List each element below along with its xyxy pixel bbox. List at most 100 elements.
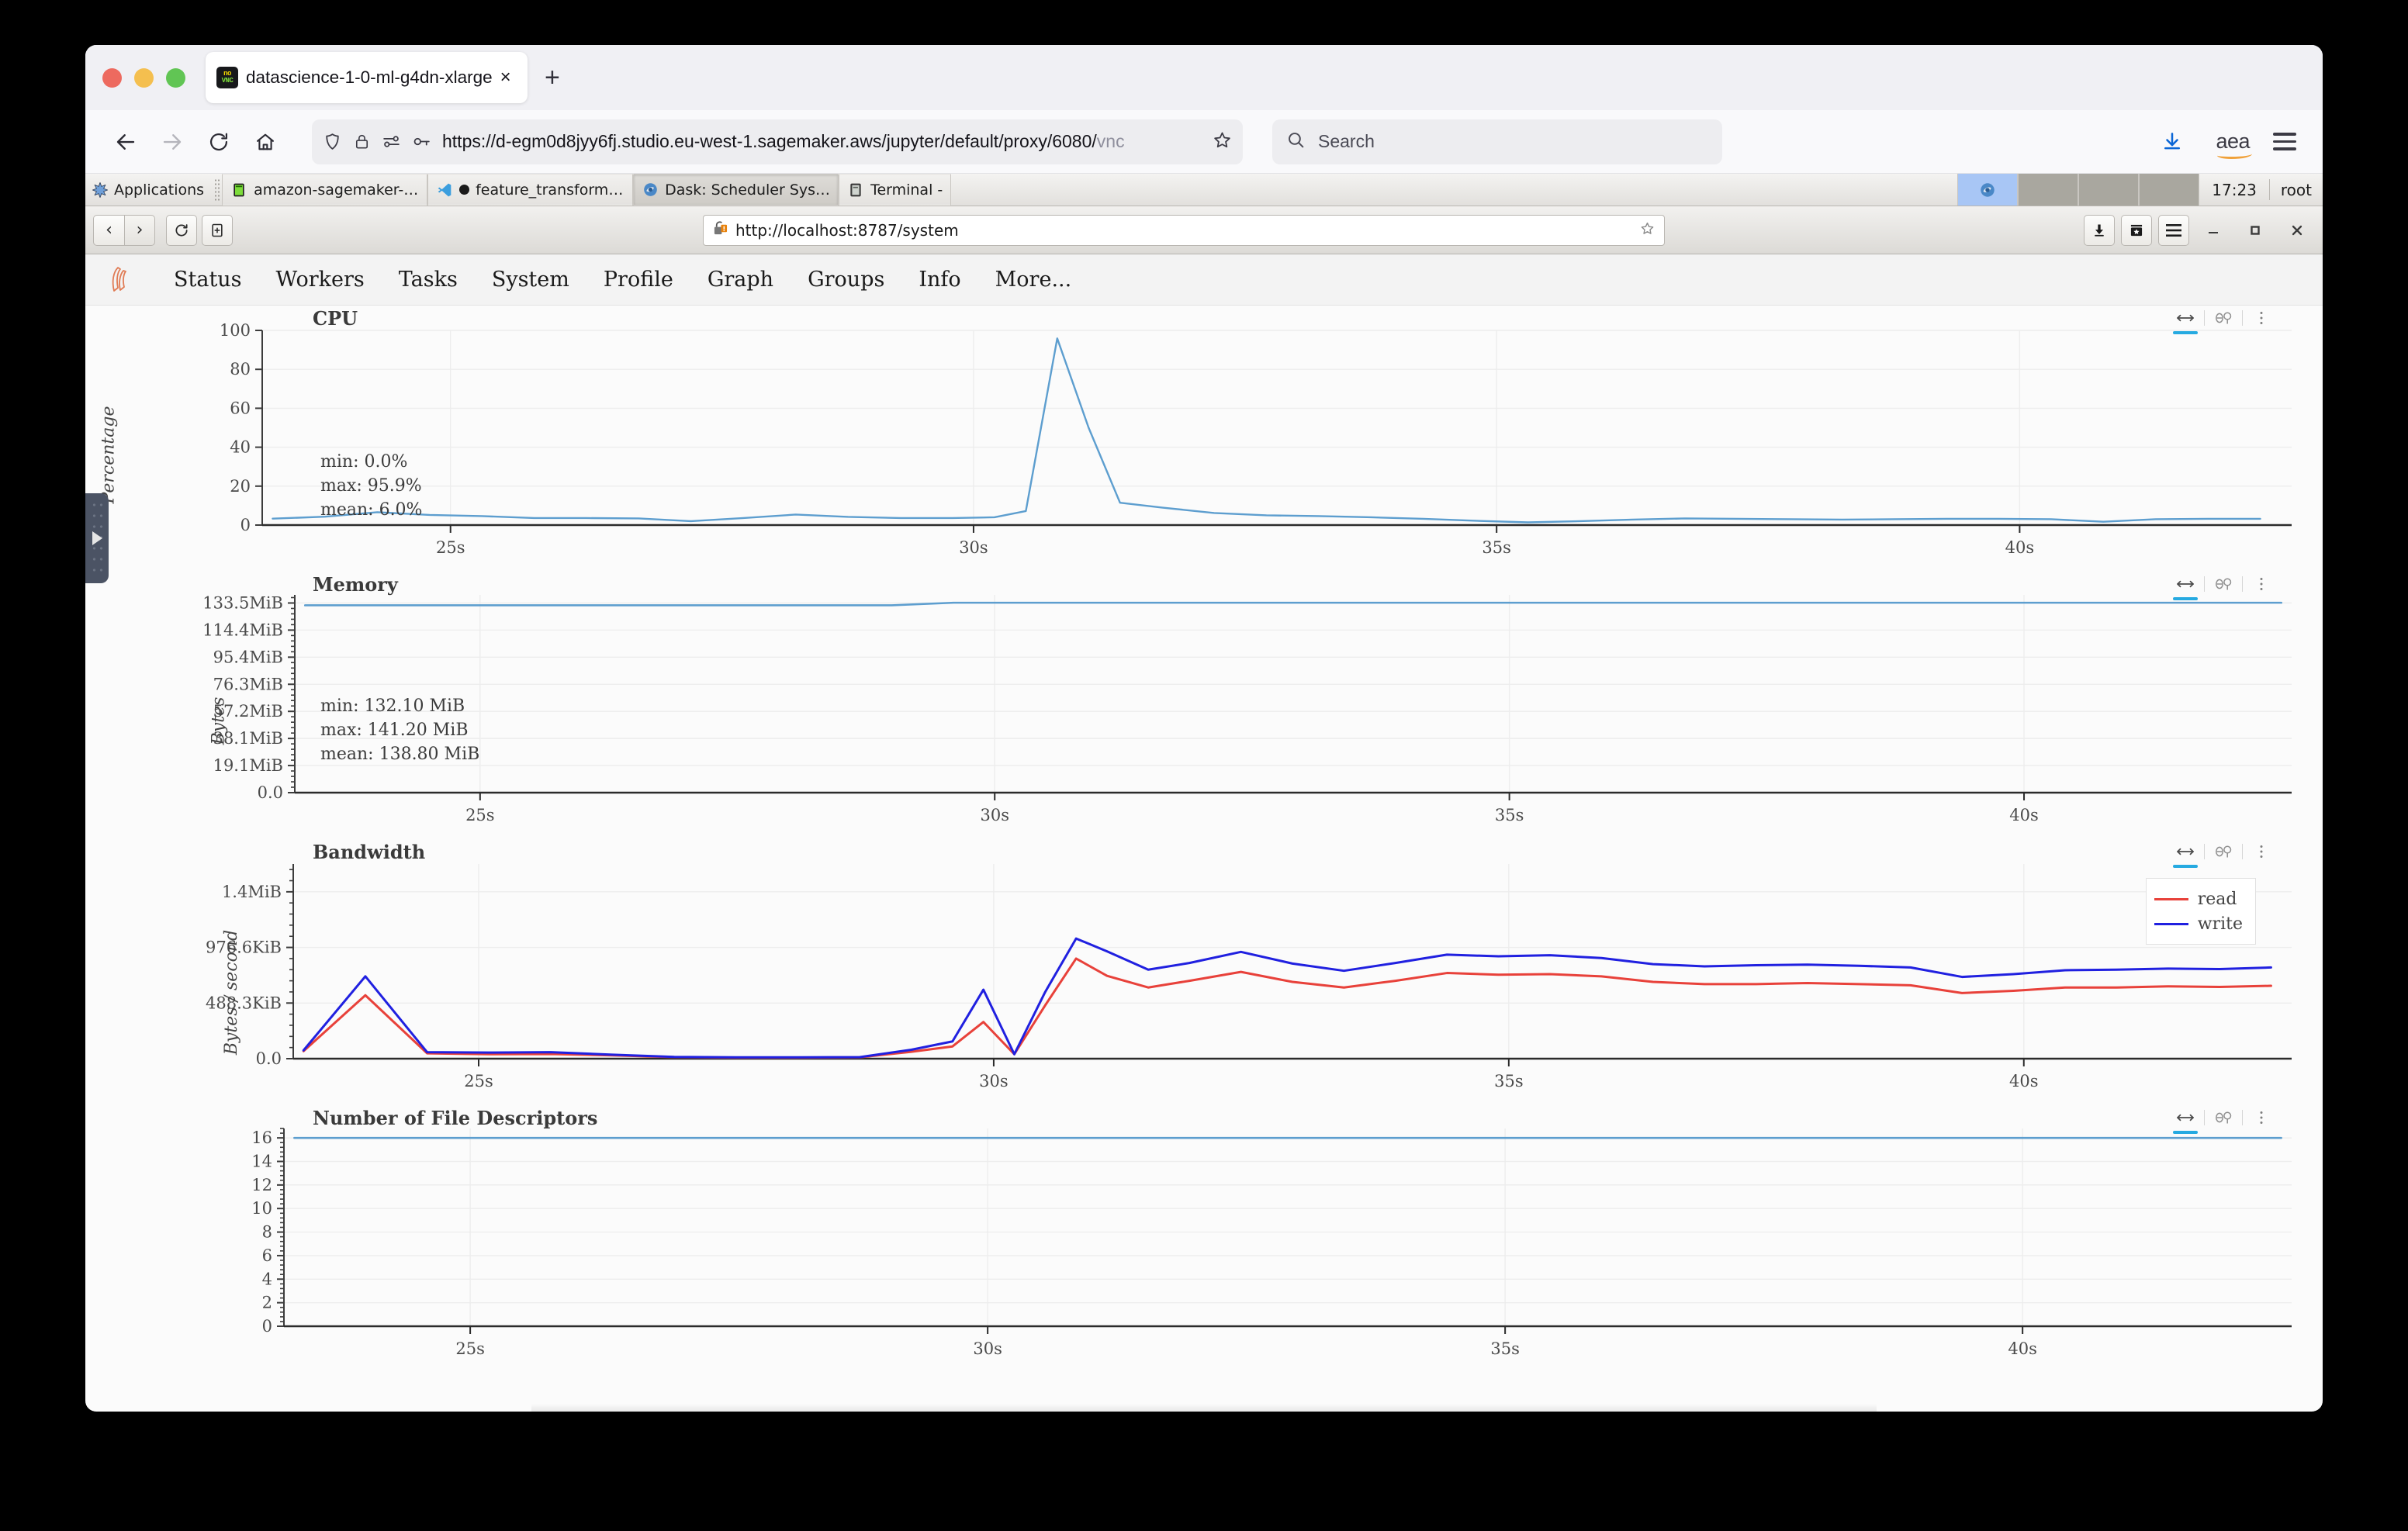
pan-tool-icon[interactable] <box>2169 1105 2202 1134</box>
insecure-lock-icon[interactable] <box>713 220 728 240</box>
forward-icon[interactable] <box>152 122 192 162</box>
home-icon[interactable] <box>245 122 285 162</box>
memory-stat-mean: mean: 138.80 MiB <box>320 745 480 765</box>
svg-text:19.1MiB: 19.1MiB <box>213 756 283 775</box>
dask-nav-tasks[interactable]: Tasks <box>382 268 475 292</box>
inner-hamburger-icon[interactable] <box>2158 214 2189 246</box>
pan-tool-icon[interactable] <box>2169 839 2202 868</box>
kebab-menu-icon[interactable] <box>2245 572 2278 596</box>
inner-new-tab-icon[interactable] <box>202 214 233 246</box>
vnc-viewport: Applications amazon-sagemaker-exa... fea… <box>85 174 2323 1412</box>
tab-strip: no VNC datascience-1-0-ml-g4dn-xlarge × + <box>85 45 2323 110</box>
kebab-menu-icon[interactable] <box>2245 1105 2278 1130</box>
search-input[interactable]: Search <box>1272 119 1722 164</box>
tool-divider <box>2204 310 2205 326</box>
key-icon[interactable] <box>412 132 431 151</box>
reload-icon[interactable] <box>199 122 239 162</box>
dask-nav-info[interactable]: Info <box>901 268 977 292</box>
fd-chart-svg[interactable]: 0 2 4 6 8 10 12 14 16 25s 30s 35s 40s <box>85 1105 2323 1373</box>
kebab-menu-icon[interactable] <box>2245 306 2278 330</box>
dask-nav-status[interactable]: Status <box>157 268 259 292</box>
inner-url-text[interactable]: http://localhost:8787/system <box>735 221 959 240</box>
maximize-window-button[interactable] <box>166 67 185 88</box>
taskbar-item-2[interactable]: Dask: Scheduler System... <box>633 174 839 206</box>
new-tab-button[interactable]: + <box>545 64 560 91</box>
tray-slot-4[interactable] <box>2139 174 2200 206</box>
kebab-menu-icon[interactable] <box>2245 839 2278 864</box>
inner-forward-icon[interactable]: › <box>124 214 155 246</box>
reset-tool-icon[interactable] <box>2207 1105 2240 1130</box>
amazon-extension-icon[interactable]: aea <box>2216 131 2252 159</box>
close-icon[interactable] <box>2279 215 2315 246</box>
taskbar-item-1[interactable]: feature_transformatio... <box>427 174 634 206</box>
hamburger-icon[interactable] <box>2273 133 2296 150</box>
svg-text:40s: 40s <box>2005 538 2035 557</box>
applications-menu-button[interactable]: Applications <box>85 174 212 206</box>
bandwidth-y-axis-label: Bytes / second <box>222 929 242 1056</box>
svg-text:60: 60 <box>230 399 251 417</box>
close-window-button[interactable] <box>102 67 122 88</box>
dask-logo[interactable] <box>106 264 137 295</box>
pan-tool-icon[interactable] <box>2169 572 2202 600</box>
clock[interactable]: 17:23 <box>2199 174 2269 206</box>
cpu-chart-svg[interactable]: 0 20 40 60 80 100 25s 30s 35s 40s <box>85 306 2323 572</box>
novnc-control-handle[interactable] <box>85 493 109 583</box>
cpu-y-axis-label: Percentage <box>99 406 119 504</box>
svg-text:80: 80 <box>230 360 251 378</box>
tray-slot-2[interactable] <box>2018 174 2079 206</box>
reset-tool-icon[interactable] <box>2207 839 2240 864</box>
dask-nav-profile[interactable]: Profile <box>586 268 690 292</box>
tray-slot-3[interactable] <box>2078 174 2140 206</box>
panel-grip[interactable] <box>214 178 220 201</box>
inner-toolbar-right <box>2084 214 2315 246</box>
inner-back-icon[interactable]: ‹ <box>93 214 124 246</box>
lock-icon[interactable] <box>353 133 371 150</box>
star-icon[interactable] <box>1213 130 1232 154</box>
library-icon[interactable] <box>2121 214 2152 246</box>
browser-tab[interactable]: no VNC datascience-1-0-ml-g4dn-xlarge × <box>206 52 528 103</box>
inner-star-icon[interactable] <box>1640 221 1655 240</box>
minimize-window-button[interactable] <box>134 67 154 88</box>
taskbar-item-3[interactable]: Terminal - <box>839 174 952 206</box>
bandwidth-plot-tools <box>2169 839 2278 868</box>
reset-tool-icon[interactable] <box>2207 306 2240 330</box>
inner-download-icon[interactable] <box>2084 214 2115 246</box>
vscode-icon <box>436 181 453 199</box>
legend-label-write: write <box>2197 914 2243 934</box>
dask-nav-workers[interactable]: Workers <box>259 268 382 292</box>
dask-nav-groups[interactable]: Groups <box>791 268 901 292</box>
legend-item-read[interactable]: read <box>2154 886 2243 911</box>
back-icon[interactable] <box>106 122 146 162</box>
legend-item-write[interactable]: write <box>2154 911 2243 936</box>
dask-nav-system[interactable]: System <box>475 268 586 292</box>
user-label[interactable]: root <box>2270 174 2323 206</box>
pan-tool-icon[interactable] <box>2169 306 2202 334</box>
shield-icon[interactable] <box>323 132 342 151</box>
taskbar-item-label: amazon-sagemaker-exa... <box>254 181 419 199</box>
memory-y-axis-label: Bytes <box>209 696 229 745</box>
tab-title: datascience-1-0-ml-g4dn-xlarge <box>246 67 493 87</box>
dask-nav-more[interactable]: More... <box>978 268 1089 292</box>
terminal-icon <box>230 181 247 199</box>
minimize-icon[interactable] <box>2195 215 2231 246</box>
legend-line-read <box>2154 897 2188 900</box>
download-icon[interactable] <box>2152 122 2192 162</box>
tray-firefox-icon[interactable] <box>1957 174 2019 206</box>
maximize-icon[interactable] <box>2237 215 2273 246</box>
inner-address-bar[interactable]: http://localhost:8787/system <box>703 214 1665 246</box>
taskbar-item-label: Terminal - <box>870 181 943 199</box>
url-text[interactable]: https://d-egm0d8jyy6fj.studio.eu-west-1.… <box>442 131 1202 152</box>
permissions-icon[interactable] <box>382 132 401 151</box>
bandwidth-legend[interactable]: read write <box>2145 878 2256 945</box>
inner-reload-icon[interactable] <box>166 214 197 246</box>
tool-divider <box>2204 844 2205 859</box>
dask-nav-graph[interactable]: Graph <box>690 268 791 292</box>
address-bar[interactable]: https://d-egm0d8jyy6fj.studio.eu-west-1.… <box>312 119 1243 164</box>
reset-tool-icon[interactable] <box>2207 572 2240 596</box>
svg-text:488.3KiB: 488.3KiB <box>206 994 282 1012</box>
close-tab-button[interactable]: × <box>500 68 511 87</box>
svg-text:14: 14 <box>251 1153 272 1171</box>
bandwidth-chart-svg[interactable]: 0.0 488.3KiB 976.6KiB 1.4MiB 25s 30s 35s 40s <box>85 839 2323 1105</box>
taskbar-item-0[interactable]: amazon-sagemaker-exa... <box>222 174 428 206</box>
svg-text:35s: 35s <box>1495 806 1524 824</box>
